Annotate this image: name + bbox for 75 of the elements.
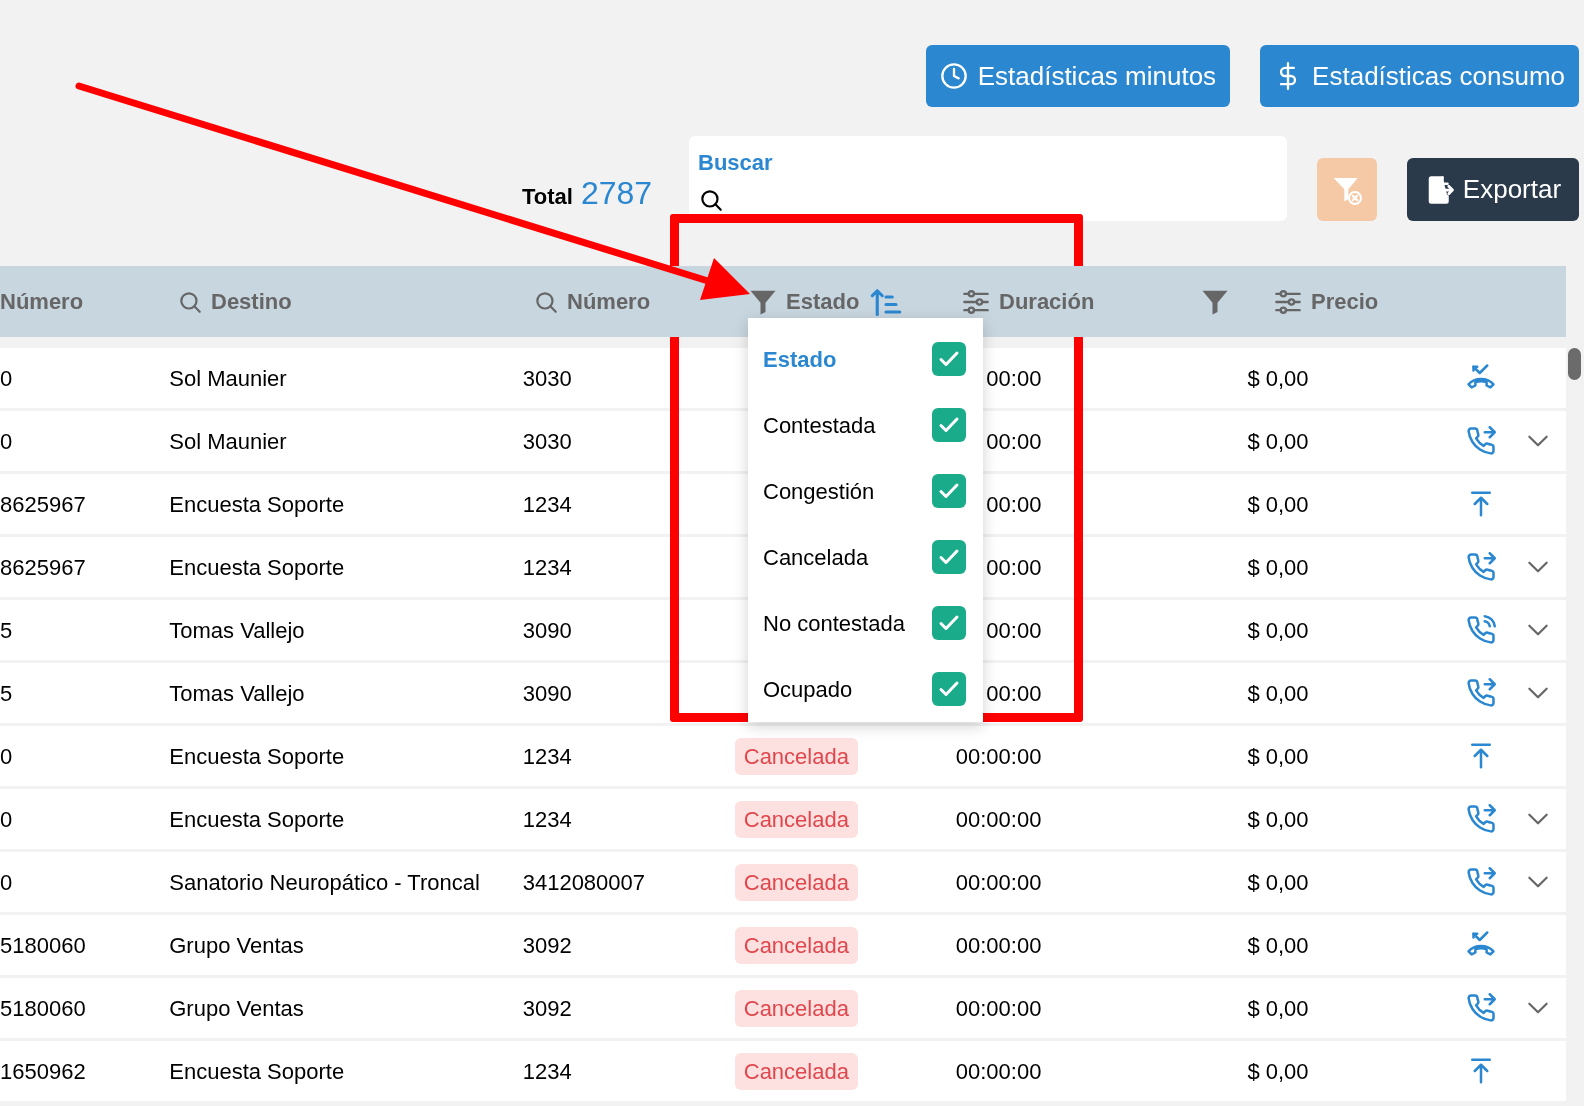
option-label: Congestión	[763, 477, 875, 506]
table-cell: 1234	[522, 554, 572, 580]
table-cell: Encuesta Soporte	[169, 1058, 345, 1084]
option-label: Cancelada	[763, 543, 869, 572]
table-cell: 3030	[522, 365, 572, 391]
table-cell: 00:00	[986, 680, 1042, 706]
table-cell: $ 0,00	[1247, 617, 1309, 643]
total-count: 2787	[580, 174, 653, 213]
table-cell: 00:00:00	[955, 995, 1042, 1021]
table-cell: 1650962	[0, 1058, 86, 1084]
status-badge: Cancelada	[734, 863, 858, 901]
table-cell: $ 0,00	[1247, 743, 1309, 769]
option-label: Contestada	[763, 411, 876, 440]
table-cell: Tomas Vallejo	[169, 617, 305, 643]
filter-title: Estado	[763, 345, 837, 374]
table-cell: 00:00:00	[955, 806, 1042, 832]
table-cell: $ 0,00	[1247, 869, 1309, 895]
table-cell: $ 0,00	[1247, 365, 1309, 391]
table-cell: Encuesta Soporte	[169, 491, 345, 517]
table-cell: 00:00	[986, 491, 1042, 517]
table-cell: 3030	[522, 428, 572, 454]
table-cell: Grupo Ventas	[169, 995, 304, 1021]
status-badge: Cancelada	[734, 800, 858, 838]
option-label: Ocupado	[763, 675, 853, 704]
table-cell: 3092	[522, 932, 572, 958]
table-cell: 5180060	[0, 932, 86, 958]
option-label: No contestada	[763, 609, 905, 638]
table-cell: $ 0,00	[1247, 995, 1309, 1021]
table-cell: 00:00	[986, 365, 1042, 391]
table-cell: Encuesta Soporte	[169, 743, 345, 769]
table-cell: 00:00	[986, 617, 1042, 643]
table-cell: 0	[0, 428, 13, 454]
search-label: Buscar	[698, 149, 774, 177]
table-cell: 8625967	[0, 554, 86, 580]
table-cell: $ 0,00	[1247, 932, 1309, 958]
table-cell: 5	[0, 680, 13, 706]
table-cell: 3092	[522, 995, 572, 1021]
table-cell: 00:00:00	[955, 869, 1042, 895]
table-cell: Sol Maunier	[169, 428, 287, 454]
table-cell: 00:00:00	[955, 1058, 1042, 1084]
table-cell: 00:00	[986, 554, 1042, 580]
status-badge: Cancelada	[734, 989, 858, 1027]
table-cell: 1234	[522, 491, 572, 517]
table-cell: 5	[0, 617, 13, 643]
table-cell: 0	[0, 806, 13, 832]
table-cell: 00:00:00	[955, 743, 1042, 769]
table-cell: Sanatorio Neuropático - Troncal	[169, 869, 480, 895]
table-cell: 3090	[522, 680, 572, 706]
table-cell: 8625967	[0, 491, 86, 517]
table-cell: 3090	[522, 617, 572, 643]
table-cell: $ 0,00	[1247, 806, 1309, 832]
table-cell: Tomas Vallejo	[169, 680, 305, 706]
table-cell: $ 0,00	[1247, 1058, 1309, 1084]
table-cell: 0	[0, 743, 13, 769]
table-cell: 1234	[522, 743, 572, 769]
status-badge: Cancelada	[734, 1052, 858, 1090]
total-label: Total	[522, 183, 573, 211]
table-cell: 00:00	[986, 428, 1042, 454]
table-cell: 5180060	[0, 995, 86, 1021]
table-cell: $ 0,00	[1247, 680, 1309, 706]
table-cell: $ 0,00	[1247, 554, 1309, 580]
table-cell: 3412080007	[522, 869, 646, 895]
table-cell: Encuesta Soporte	[169, 806, 345, 832]
table-cell: 1234	[522, 806, 572, 832]
table-cell: 1234	[522, 1058, 572, 1084]
table-cell: $ 0,00	[1247, 491, 1309, 517]
status-badge: Cancelada	[734, 737, 858, 775]
table-cell: 0	[0, 365, 13, 391]
table-cell: 0	[0, 869, 13, 895]
status-badge: Cancelada	[734, 926, 858, 964]
table-cell: Sol Maunier	[169, 365, 287, 391]
table-cell: $ 0,00	[1247, 428, 1309, 454]
table-cell: Encuesta Soporte	[169, 554, 345, 580]
table-cell: Grupo Ventas	[169, 932, 304, 958]
table-cell: 00:00:00	[955, 932, 1042, 958]
